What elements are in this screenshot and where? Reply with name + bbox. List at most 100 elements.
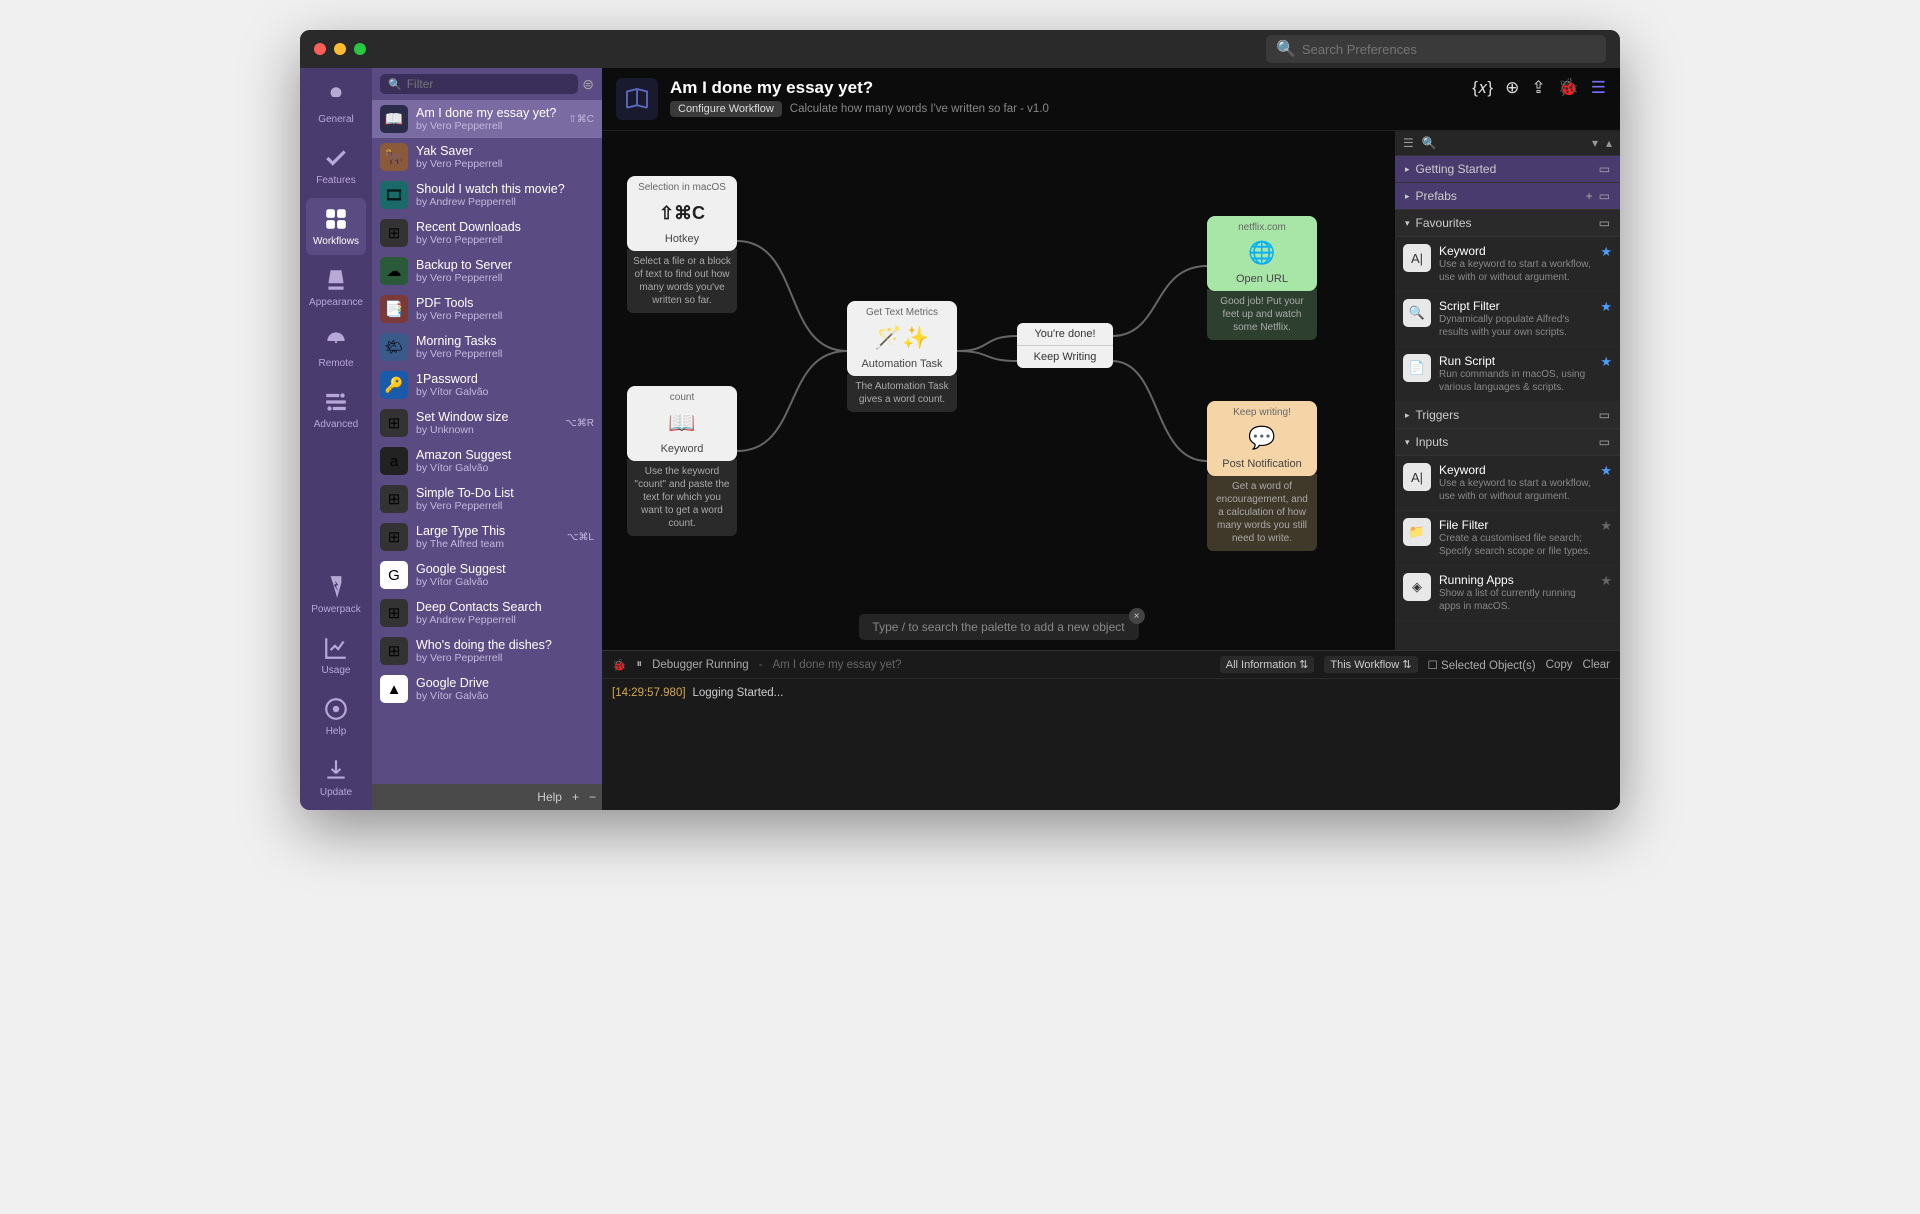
workflow-item[interactable]: ☁Backup to Serverby Vero Pepperrell bbox=[372, 252, 602, 290]
notification-icon: 💬 bbox=[1213, 422, 1311, 454]
collapse-icon[interactable]: ▾ bbox=[1592, 136, 1598, 150]
node-open-url[interactable]: netflix.com 🌐 Open URL Good job! Put you… bbox=[1207, 216, 1317, 340]
inspector-section-triggers[interactable]: ▸Triggers▭ bbox=[1395, 402, 1620, 429]
workflow-item[interactable]: ⊞Simple To-Do Listby Vero Pepperrell bbox=[372, 480, 602, 518]
inspector-section-getting-started[interactable]: ▸Getting Started▭ bbox=[1395, 156, 1620, 183]
star-icon[interactable]: ★ bbox=[1600, 354, 1612, 394]
close-hint-button[interactable]: × bbox=[1129, 608, 1145, 624]
debug-filter-info[interactable]: All Information ⇅ bbox=[1220, 656, 1315, 673]
sidebar-tabs: GeneralFeaturesWorkflowsAppearanceRemote… bbox=[300, 68, 372, 810]
window-icon[interactable]: ▭ bbox=[1599, 162, 1610, 176]
workflow-item[interactable]: ▲Google Driveby Vítor Galvão bbox=[372, 670, 602, 708]
inspector-item[interactable]: A|KeywordUse a keyword to start a workfl… bbox=[1395, 237, 1620, 292]
add-icon[interactable]: ⊕ bbox=[1505, 78, 1519, 98]
workflow-item-icon: ⊞ bbox=[380, 485, 408, 513]
export-icon[interactable]: ⇪ bbox=[1531, 78, 1545, 98]
workflow-item-icon: ⊞ bbox=[380, 219, 408, 247]
workflow-item-icon: 📑 bbox=[380, 295, 408, 323]
item-icon: 📄 bbox=[1403, 354, 1431, 382]
filter-field[interactable]: 🔍 bbox=[380, 74, 578, 94]
inspector-section-inputs[interactable]: ▾Inputs▭ bbox=[1395, 429, 1620, 456]
menu-icon[interactable]: ☰ bbox=[1591, 78, 1606, 98]
workflow-item[interactable]: 🐂Yak Saverby Vero Pepperrell bbox=[372, 138, 602, 176]
add-icon[interactable]: + bbox=[1586, 189, 1593, 203]
search-input[interactable] bbox=[1302, 42, 1596, 57]
filter-options-icon[interactable]: ⊜ bbox=[582, 76, 594, 93]
workflow-item[interactable]: ⊞Who's doing the dishes?by Vero Pepperre… bbox=[372, 632, 602, 670]
close-button[interactable] bbox=[314, 43, 326, 55]
copy-button[interactable]: Copy bbox=[1546, 659, 1573, 671]
window-icon[interactable]: ▭ bbox=[1599, 216, 1610, 230]
inspector-item[interactable]: 🔍Script FilterDynamically populate Alfre… bbox=[1395, 292, 1620, 347]
workflow-icon bbox=[616, 78, 658, 120]
inspector-section-favourites[interactable]: ▾Favourites▭ bbox=[1395, 210, 1620, 237]
minimize-button[interactable] bbox=[334, 43, 346, 55]
search-preferences[interactable]: 🔍 bbox=[1266, 35, 1606, 63]
tab-features[interactable]: Features bbox=[306, 137, 366, 194]
expand-icon[interactable]: ▴ bbox=[1606, 136, 1612, 150]
zoom-button[interactable] bbox=[354, 43, 366, 55]
variables-icon[interactable]: {𝑥} bbox=[1472, 78, 1493, 98]
remove-workflow-button[interactable]: − bbox=[589, 790, 596, 804]
star-icon[interactable]: ★ bbox=[1600, 573, 1612, 613]
workflow-title: Am I done my essay yet? bbox=[670, 78, 1460, 98]
workflow-item[interactable]: GGoogle Suggestby Vítor Galvão bbox=[372, 556, 602, 594]
workflow-item-icon: ⊞ bbox=[380, 409, 408, 437]
clear-button[interactable]: Clear bbox=[1583, 659, 1610, 671]
tab-workflows[interactable]: Workflows bbox=[306, 198, 366, 255]
bug-icon[interactable]: 🐞 bbox=[612, 658, 626, 672]
item-icon: A| bbox=[1403, 244, 1431, 272]
window-icon[interactable]: ▭ bbox=[1599, 408, 1610, 422]
tab-help[interactable]: Help bbox=[306, 688, 366, 745]
workflow-item-icon: ⊞ bbox=[380, 637, 408, 665]
titlebar: 🔍 bbox=[300, 30, 1620, 68]
tab-update[interactable]: Update bbox=[306, 749, 366, 806]
star-icon[interactable]: ★ bbox=[1600, 244, 1612, 284]
node-conditional[interactable]: You're done! Keep Writing bbox=[1017, 323, 1113, 368]
configure-workflow-button[interactable]: Configure Workflow bbox=[670, 101, 782, 117]
star-icon[interactable]: ★ bbox=[1600, 518, 1612, 558]
tab-usage[interactable]: Usage bbox=[306, 627, 366, 684]
workflow-canvas[interactable]: Selection in macOS ⇧⌘C Hotkey Select a f… bbox=[602, 131, 1395, 650]
pause-icon[interactable]: ⏸ bbox=[636, 658, 642, 671]
node-keyword[interactable]: count 📖 Keyword Use the keyword "count" … bbox=[627, 386, 737, 536]
inspector-item[interactable]: A|KeywordUse a keyword to start a workfl… bbox=[1395, 456, 1620, 511]
window-icon[interactable]: ▭ bbox=[1599, 189, 1610, 203]
tab-general[interactable]: General bbox=[306, 76, 366, 133]
debug-filter-scope[interactable]: This Workflow ⇅ bbox=[1324, 656, 1417, 673]
inspector-item[interactable]: ◈Running AppsShow a list of currently ru… bbox=[1395, 566, 1620, 621]
tab-appearance[interactable]: Appearance bbox=[306, 259, 366, 316]
workflow-item[interactable]: ⊞Set Window sizeby Unknown⌥⌘R bbox=[372, 404, 602, 442]
wand-icon: 🪄✨ bbox=[853, 322, 951, 354]
workflow-item[interactable]: ⊞Large Type Thisby The Alfred team⌥⌘L bbox=[372, 518, 602, 556]
workflow-list-footer: Help + − bbox=[372, 784, 602, 810]
node-hotkey[interactable]: Selection in macOS ⇧⌘C Hotkey Select a f… bbox=[627, 176, 737, 313]
tab-advanced[interactable]: Advanced bbox=[306, 381, 366, 438]
workflow-editor: Am I done my essay yet? Configure Workfl… bbox=[602, 68, 1620, 810]
workflow-item[interactable]: 🌤Morning Tasksby Vero Pepperrell bbox=[372, 328, 602, 366]
workflow-item[interactable]: ⊞Recent Downloadsby Vero Pepperrell bbox=[372, 214, 602, 252]
node-automation-task[interactable]: Get Text Metrics 🪄✨ Automation Task The … bbox=[847, 301, 957, 412]
inspector-item[interactable]: 📁File FilterCreate a customised file sea… bbox=[1395, 511, 1620, 566]
selected-objects-checkbox[interactable]: ☐ Selected Object(s) bbox=[1428, 658, 1536, 672]
node-post-notification[interactable]: Keep writing! 💬 Post Notification Get a … bbox=[1207, 401, 1317, 551]
inspector-section-prefabs[interactable]: ▸Prefabs+▭ bbox=[1395, 183, 1620, 210]
star-icon[interactable]: ★ bbox=[1600, 463, 1612, 503]
workflow-item[interactable]: 📖Am I done my essay yet?by Vero Pepperre… bbox=[372, 100, 602, 138]
inspector-item[interactable]: 📄Run ScriptRun commands in macOS, using … bbox=[1395, 347, 1620, 402]
help-button[interactable]: Help bbox=[537, 790, 562, 804]
workflow-item[interactable]: aAmazon Suggestby Vítor Galvão bbox=[372, 442, 602, 480]
workflow-item[interactable]: 🎞Should I watch this movie?by Andrew Pep… bbox=[372, 176, 602, 214]
tab-remote[interactable]: Remote bbox=[306, 320, 366, 377]
tab-powerpack[interactable]: Powerpack bbox=[306, 566, 366, 623]
workflow-item[interactable]: ⊞Deep Contacts Searchby Andrew Pepperrel… bbox=[372, 594, 602, 632]
add-workflow-button[interactable]: + bbox=[572, 790, 579, 804]
workflow-item[interactable]: 🔑1Passwordby Vítor Galvão bbox=[372, 366, 602, 404]
workflow-item[interactable]: 📑PDF Toolsby Vero Pepperrell bbox=[372, 290, 602, 328]
list-view-icon[interactable]: ☰ bbox=[1403, 136, 1414, 150]
debug-icon[interactable]: 🐞 bbox=[1558, 78, 1579, 98]
star-icon[interactable]: ★ bbox=[1600, 299, 1612, 339]
window-icon[interactable]: ▭ bbox=[1599, 435, 1610, 449]
filter-input[interactable] bbox=[407, 77, 571, 91]
search-icon[interactable]: 🔍 bbox=[1422, 136, 1437, 150]
